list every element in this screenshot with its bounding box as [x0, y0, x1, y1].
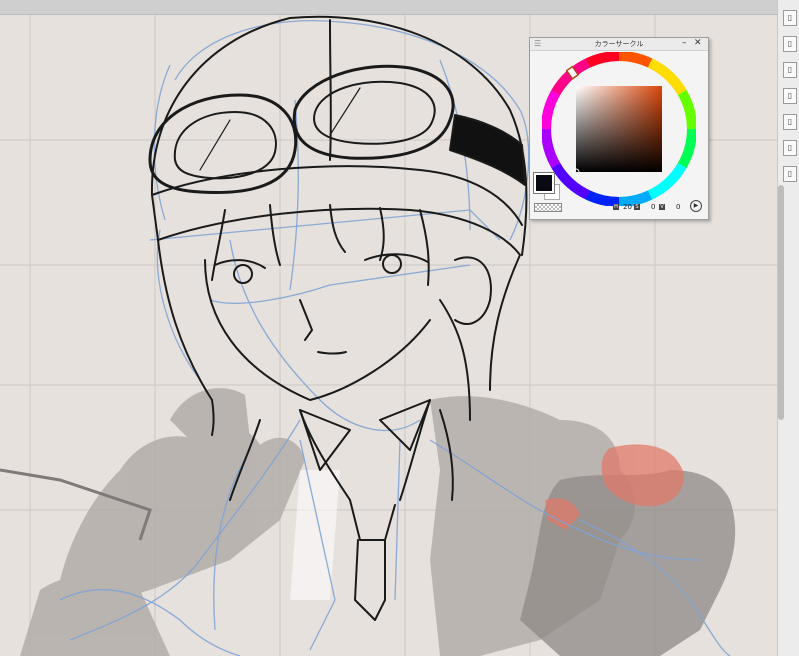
- panel-tab-icon[interactable]: ▯: [783, 62, 797, 78]
- panel-tab-icon[interactable]: ▯: [783, 10, 797, 26]
- panel-tab-icon[interactable]: ▯: [783, 88, 797, 104]
- minimize-icon[interactable]: –: [682, 38, 687, 49]
- saturation-value: 0: [651, 203, 656, 211]
- close-icon[interactable]: ✕: [694, 38, 702, 49]
- main-color-swatch[interactable]: [533, 172, 555, 194]
- brightness-label: V: [659, 204, 665, 210]
- panel-tab-icon[interactable]: ▯: [783, 36, 797, 52]
- transparent-color-swatch[interactable]: [534, 203, 562, 212]
- play-circle-icon[interactable]: ▶: [690, 200, 702, 212]
- top-toolbar: [0, 0, 777, 15]
- hue-label: H: [613, 204, 619, 210]
- palette-titlebar[interactable]: ☰ カラーサークル – ✕: [530, 38, 708, 51]
- saturation-label: S: [634, 204, 640, 210]
- highlight: [290, 470, 340, 600]
- panel-tab-icon[interactable]: ▯: [783, 140, 797, 156]
- panel-tab-icon[interactable]: ▯: [783, 114, 797, 130]
- panel-tab-icon[interactable]: ▯: [783, 166, 797, 182]
- color-circle-palette[interactable]: ☰ カラーサークル – ✕ H 20 S 0 V 0 ▶: [529, 37, 709, 220]
- color-wheel[interactable]: [542, 52, 696, 206]
- vertical-scrollbar[interactable]: [778, 185, 784, 420]
- brightness-value: 0: [676, 203, 681, 211]
- hue-value: 20: [623, 203, 632, 211]
- right-panel-bar: ▯ ▯ ▯ ▯ ▯ ▯ ▯: [777, 0, 799, 656]
